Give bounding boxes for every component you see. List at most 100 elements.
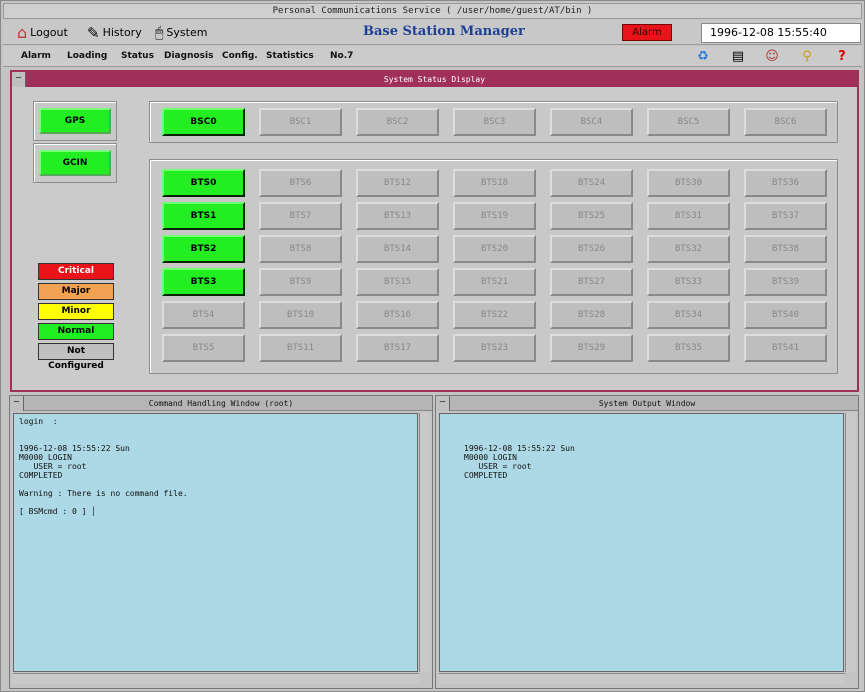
menu-status[interactable]: Status — [121, 51, 154, 61]
bts-cell[interactable]: BTS18 — [453, 169, 536, 197]
menu-alarm[interactable]: Alarm — [21, 51, 51, 61]
recycle-icon[interactable]: ♻ — [695, 49, 711, 65]
system-status-panel: — System Status Display GPS GCIN Critica… — [10, 70, 859, 392]
legend-item: Not Configured — [38, 343, 114, 371]
system-button[interactable]: 🖱 System — [155, 22, 207, 43]
bts-cell[interactable]: BTS37 — [744, 202, 827, 230]
bsc-cell[interactable]: BSC4 — [550, 108, 633, 136]
bts-cell[interactable]: BTS19 — [453, 202, 536, 230]
menu-bar: Alarm Loading Status Diagnosis Config. S… — [3, 46, 862, 67]
app-title: Base Station Manager — [363, 24, 525, 39]
gcin-group: GCIN — [33, 143, 117, 183]
system-label: System — [166, 26, 208, 39]
search-icon[interactable]: ⚲ — [799, 49, 815, 65]
bts-cell[interactable]: BTS5 — [162, 334, 245, 362]
bsc-cell[interactable]: BSC3 — [453, 108, 536, 136]
bts-cell[interactable]: BTS27 — [550, 268, 633, 296]
bts-cell[interactable]: BTS21 — [453, 268, 536, 296]
command-window: — Command Handling Window (root) login :… — [9, 395, 433, 689]
legend-item: Minor — [38, 303, 114, 320]
bts-cell[interactable]: BTS41 — [744, 334, 827, 362]
bts-cell[interactable]: BTS7 — [259, 202, 342, 230]
bts-cell[interactable]: BTS33 — [647, 268, 730, 296]
bts-cell[interactable]: BTS20 — [453, 235, 536, 263]
bts-cell[interactable]: BTS16 — [356, 301, 439, 329]
bts-cell[interactable]: BTS32 — [647, 235, 730, 263]
output-vertical-scrollbar[interactable] — [845, 413, 856, 672]
bts-cell[interactable]: BTS1 — [162, 202, 245, 230]
history-label: History — [102, 26, 142, 39]
bts-cell[interactable]: BTS4 — [162, 301, 245, 329]
alarm-button[interactable]: Alarm — [622, 24, 672, 41]
command-window-title: — Command Handling Window (root) — [10, 396, 432, 411]
legend-item: Normal — [38, 323, 114, 340]
bsc-cell[interactable]: BSC5 — [647, 108, 730, 136]
bts-cell[interactable]: BTS13 — [356, 202, 439, 230]
bts-cell[interactable]: BTS15 — [356, 268, 439, 296]
bts-cell[interactable]: BTS35 — [647, 334, 730, 362]
menu-config[interactable]: Config. — [222, 51, 258, 61]
bts-cell[interactable]: BTS10 — [259, 301, 342, 329]
menu-loading[interactable]: Loading — [67, 51, 107, 61]
clock-display: 1996-12-08 15:55:40 — [701, 23, 861, 43]
bsc-group: BSC0 BSC1 BSC2 BSC3 BSC4 BSC5 BSC6 — [149, 101, 838, 143]
history-button[interactable]: ✎ History — [87, 22, 142, 43]
bts-cell[interactable]: BTS23 — [453, 334, 536, 362]
window-title: Personal Communications Service ( /user/… — [3, 3, 862, 19]
bsc-cell[interactable]: BSC1 — [259, 108, 342, 136]
output-terminal: 1996-12-08 15:55:22 Sun M0000 LOGIN USER… — [439, 413, 844, 672]
bts-cell[interactable]: BTS29 — [550, 334, 633, 362]
bts-cell[interactable]: BTS9 — [259, 268, 342, 296]
bts-cell[interactable]: BTS26 — [550, 235, 633, 263]
window-icon[interactable]: ▤ — [730, 49, 746, 65]
bts-cell[interactable]: BTS25 — [550, 202, 633, 230]
command-vertical-scrollbar[interactable] — [419, 413, 430, 672]
gcin-button[interactable]: GCIN — [39, 150, 111, 176]
output-window: — System Output Window 1996-12-08 15:55:… — [435, 395, 859, 689]
bts-cell[interactable]: BTS38 — [744, 235, 827, 263]
bts-cell[interactable]: BTS28 — [550, 301, 633, 329]
bts-cell[interactable]: BTS14 — [356, 235, 439, 263]
notepad-icon: ✎ — [87, 23, 100, 42]
command-terminal[interactable]: login : 1996-12-08 15:55:22 Sun M0000 LO… — [13, 413, 418, 672]
bts-cell[interactable]: BTS0 — [162, 169, 245, 197]
output-horizontal-scrollbar[interactable] — [439, 673, 845, 684]
bts-cell[interactable]: BTS36 — [744, 169, 827, 197]
status-panel-title: — System Status Display — [12, 72, 857, 87]
command-text: login : 1996-12-08 15:55:22 Sun M0000 LO… — [19, 417, 188, 516]
bsc-cell[interactable]: BSC6 — [744, 108, 827, 136]
output-text: 1996-12-08 15:55:22 Sun M0000 LOGIN USER… — [464, 444, 575, 480]
bts-cell[interactable]: BTS30 — [647, 169, 730, 197]
legend-item: Critical — [38, 263, 114, 280]
bts-cell[interactable]: BTS6 — [259, 169, 342, 197]
bts-cell[interactable]: BTS24 — [550, 169, 633, 197]
bts-cell[interactable]: BTS31 — [647, 202, 730, 230]
logout-label: Logout — [30, 26, 68, 39]
bts-cell[interactable]: BTS40 — [744, 301, 827, 329]
bts-cell[interactable]: BTS3 — [162, 268, 245, 296]
bts-cell[interactable]: BTS2 — [162, 235, 245, 263]
output-window-title: — System Output Window — [436, 396, 858, 411]
command-horizontal-scrollbar[interactable] — [13, 673, 419, 684]
bsc-cell[interactable]: BSC0 — [162, 108, 245, 136]
minimize-button[interactable]: — — [12, 72, 26, 87]
people-icon[interactable]: ☺ — [764, 49, 780, 65]
minimize-button[interactable]: — — [436, 396, 450, 411]
bts-cell[interactable]: BTS17 — [356, 334, 439, 362]
help-icon[interactable]: ? — [834, 49, 850, 65]
bts-cell[interactable]: BTS39 — [744, 268, 827, 296]
logout-button[interactable]: ⌂ Logout — [17, 22, 68, 43]
bts-cell[interactable]: BTS11 — [259, 334, 342, 362]
bts-cell[interactable]: BTS8 — [259, 235, 342, 263]
minimize-button[interactable]: — — [10, 396, 24, 411]
bts-cell[interactable]: BTS22 — [453, 301, 536, 329]
bts-cell[interactable]: BTS12 — [356, 169, 439, 197]
gps-button[interactable]: GPS — [39, 108, 111, 134]
menu-diagnosis[interactable]: Diagnosis — [164, 51, 213, 61]
toolbar: ⌂ Logout ✎ History 🖱 System Base Station… — [3, 20, 862, 45]
menu-statistics[interactable]: Statistics — [266, 51, 314, 61]
menu-no7[interactable]: No.7 — [330, 51, 353, 61]
text-cursor: │ — [91, 507, 97, 516]
bsc-cell[interactable]: BSC2 — [356, 108, 439, 136]
bts-cell[interactable]: BTS34 — [647, 301, 730, 329]
